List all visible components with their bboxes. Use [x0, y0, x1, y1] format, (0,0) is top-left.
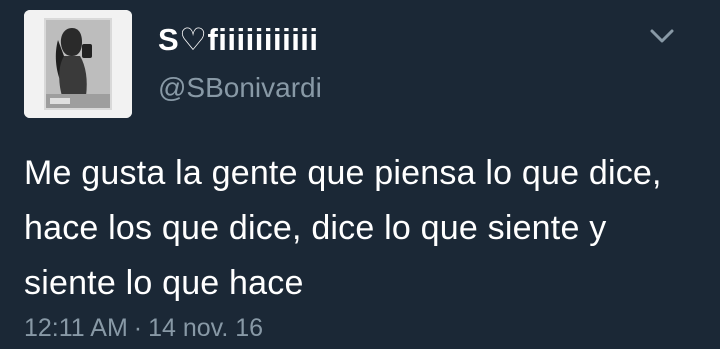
- tweet-date: 14 nov. 16: [148, 314, 264, 342]
- tweet-text: Me gusta la gente que piensa lo que dice…: [24, 154, 662, 302]
- avatar-photo: [24, 10, 132, 118]
- tweet-card: S♡fiiiiiiiiiii @SBonivardi Me gusta la g…: [0, 0, 720, 349]
- tweet-time: 12:11 AM: [24, 314, 128, 342]
- user-handle[interactable]: @SBonivardi: [158, 72, 322, 104]
- meta-separator: ·: [133, 314, 143, 342]
- display-name[interactable]: S♡fiiiiiiiiiii: [158, 22, 319, 58]
- avatar[interactable]: [24, 10, 132, 118]
- chevron-down-icon[interactable]: [648, 26, 676, 46]
- tweet-timestamp[interactable]: 12:11 AM · 14 nov. 16: [24, 314, 263, 343]
